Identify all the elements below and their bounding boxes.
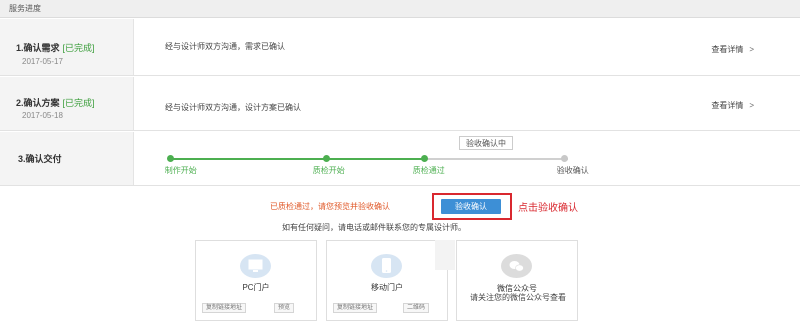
progress-fill [168, 158, 424, 160]
step-row-confirm-plan: 2.确认方案 [已完成] 2017-05-18 经与设计师双方沟通，设计方案已确认… [0, 77, 800, 131]
stage-label: 验收确认 [556, 166, 589, 175]
step-name: 3.确认交付 [18, 154, 62, 164]
view-details-link[interactable]: 查看详情 > [711, 44, 754, 55]
pc-portal-card: PC门户 复制链接地址 预览 [195, 240, 317, 321]
monitor-icon [240, 254, 271, 278]
preview-button[interactable]: 预览 [274, 303, 295, 313]
chevron-right-icon: > [749, 45, 754, 54]
copy-link-button[interactable]: 复制链接地址 [202, 303, 247, 313]
step-label-panel: 1.确认需求 [已完成] 2017-05-17 [0, 19, 134, 75]
section-header: 服务进度 [0, 0, 800, 18]
step-label-panel: 2.确认方案 [已完成] 2017-05-18 [0, 77, 134, 130]
help-text: 如有任何疑问，请电话或邮件联系您的专属设计师。 [282, 223, 466, 232]
view-details-link[interactable]: 查看详情 > [711, 100, 754, 111]
stage-dot [421, 155, 428, 162]
section-title: 服务进度 [9, 4, 41, 13]
view-details-label: 查看详情 [711, 45, 744, 54]
wechat-icon [501, 254, 532, 278]
chevron-right-icon: > [749, 101, 754, 110]
step-title: 3.确认交付 [18, 152, 62, 165]
step-date: 2017-05-18 [22, 111, 63, 120]
click-instruction-annotation: 点击验收确认 [518, 203, 578, 214]
confirm-acceptance-button[interactable]: 验收确认 [441, 199, 501, 214]
view-details-label: 查看详情 [711, 101, 744, 110]
step-description: 经与设计师双方沟通，需求已确认 [165, 42, 285, 51]
card-title: 移动门户 [371, 283, 403, 292]
current-stage-tooltip: 验收确认中 [459, 136, 513, 150]
inspection-passed-notice: 已质检通过，请您预览并验收确认 [270, 202, 390, 211]
mobile-portal-card: 移动门户 复制链接地址 二维码 [326, 240, 448, 321]
wechat-account-card: 微信公众号 请关注您的微信公众号查看 [456, 240, 578, 321]
card-subtitle: 请关注您的微信公众号查看 [470, 293, 566, 302]
step-status: [已完成] [62, 43, 95, 53]
stage-dot [167, 155, 174, 162]
step-description: 经与设计师双方沟通，设计方案已确认 [165, 103, 301, 112]
step-name: 2.确认方案 [16, 98, 60, 108]
step-title: 2.确认方案 [已完成] [16, 96, 95, 109]
mobile-icon [371, 254, 402, 278]
delivery-progress-bar: 制作开始 质检开始 质检通过 验收确认 [164, 154, 589, 184]
card-title: PC门户 [242, 283, 270, 292]
stage-label: 质检开始 [312, 166, 345, 175]
qr-code-button[interactable]: 二维码 [403, 303, 430, 313]
copy-link-button[interactable]: 复制链接地址 [333, 303, 378, 313]
stage-dot [561, 155, 568, 162]
step-row-confirm-delivery: 3.确认交付 制作开始 质检开始 质检通过 验收确认 [0, 132, 800, 186]
step-title: 1.确认需求 [已完成] [16, 41, 95, 54]
step-label-panel: 3.确认交付 [0, 132, 134, 185]
blurred-area [435, 240, 455, 270]
step-name: 1.确认需求 [16, 43, 60, 53]
stage-label: 质检通过 [412, 166, 445, 175]
step-row-confirm-requirements: 1.确认需求 [已完成] 2017-05-17 经与设计师双方沟通，需求已确认 查… [0, 19, 800, 76]
step-date: 2017-05-17 [22, 57, 63, 66]
step-status: [已完成] [62, 98, 95, 108]
stage-label: 制作开始 [164, 166, 197, 175]
stage-dot [323, 155, 330, 162]
